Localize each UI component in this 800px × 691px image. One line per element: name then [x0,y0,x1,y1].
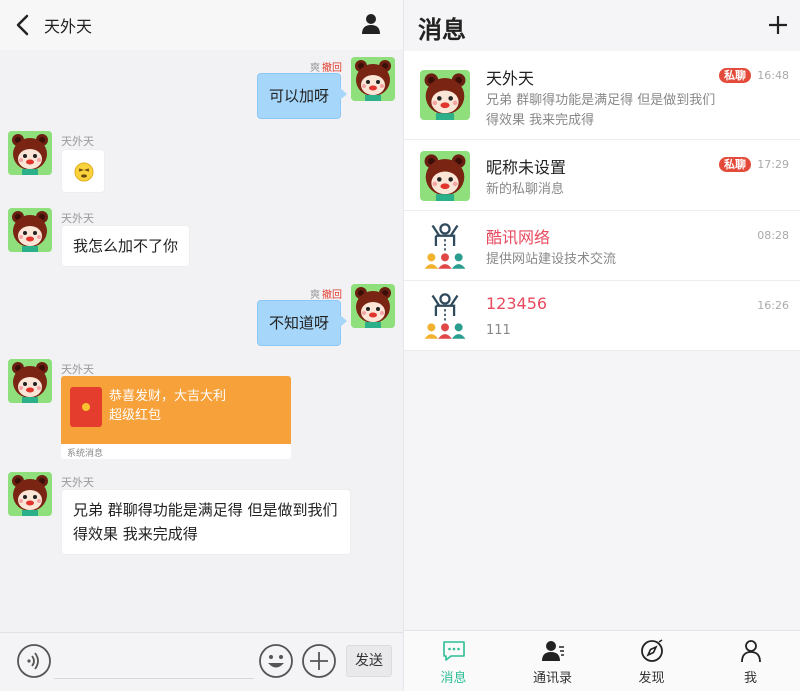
smiley-icon[interactable] [258,643,294,679]
red-packet-subtitle: 超级红包 [109,408,162,423]
page-title: 消息 [418,16,466,44]
avatar [420,70,470,120]
tab-contacts[interactable]: 通讯录 [503,631,602,691]
tab-discover[interactable]: 发现 [602,631,701,691]
conversation-row[interactable]: 天外天 私聊 16:48 兄弟 群聊得功能是满足得 但是做到我们 得效果 我来完… [404,51,800,140]
message-list-header: 消息 [404,0,800,50]
conversation-name: 天外天 [486,69,535,88]
group-avatar [420,221,470,271]
avatar[interactable] [8,208,52,252]
tab-label: 通讯录 [532,671,572,686]
tab-messages[interactable]: 消息 [404,631,503,691]
red-packet-card[interactable]: 恭喜发财，大吉大利 超级红包 系统消息 [61,376,291,459]
scrunched-face-emoji-icon [74,162,94,182]
person-icon[interactable] [360,13,382,35]
chat-bubble-icon [443,641,465,661]
avatar[interactable] [8,131,52,175]
plus-icon[interactable] [766,13,790,37]
conversation-preview: 111 [486,323,511,338]
contacts-icon [542,641,564,661]
red-packet-title: 恭喜发财，大吉大利 [109,389,227,404]
message-list-panel: 消息 天外天 私聊 16:48 兄弟 群聊得功能是满足得 但是做到我们 得效果 … [403,0,800,691]
person-icon [741,640,761,663]
message-meta: 爽撤回 [300,286,342,301]
message-text: 可以加呀 [269,87,330,105]
group-avatar [420,291,470,341]
chat-title: 天外天 [44,17,93,36]
sender-name: 天外天 [61,476,94,489]
preview-line: 得效果 我来完成得 [486,113,595,128]
message-bubble-incoming[interactable] [61,149,105,193]
avatar[interactable] [351,284,395,328]
send-button[interactable]: 发送 [346,645,392,677]
conversation-name: 昵称未设置 [486,158,567,177]
conversation-name: 123456 [486,294,548,313]
avatar [420,151,470,201]
conversation-row[interactable]: 昵称未设置 私聊 17:29 新的私聊消息 [404,140,800,211]
compass-icon [641,639,663,662]
conversation-time: 08:28 [757,229,789,242]
conversation-time: 16:48 [757,69,789,82]
red-packet-header: 恭喜发财，大吉大利 超级红包 [61,376,291,444]
conversation-row[interactable]: 酷讯网络 08:28 提供网站建设技术交流 [404,211,800,281]
sender-name: 天外天 [61,363,94,376]
conversation-preview: 提供网站建设技术交流 [486,252,617,267]
sender-name: 天外天 [61,212,94,225]
private-chat-badge: 私聊 [719,68,751,83]
conversation-row[interactable]: 123456 16:26 111 [404,281,800,351]
chat-panel: 天外天 爽撤回 可以加呀 天外天 天外天 我怎么加不了你 爽撤回 不知道呀 天外… [0,0,403,691]
red-envelope-icon [70,387,102,427]
message-bubble-outgoing[interactable]: 不知道呀 [257,300,348,346]
sender-name: 天外天 [61,135,94,148]
message-bubble-incoming[interactable]: 兄弟 群聊得功能是满足得 但是做到我们 得效果 我来完成得 [61,489,351,555]
conversation-time: 16:26 [757,299,789,312]
message-input[interactable] [54,643,254,679]
message-bubble-outgoing[interactable]: 可以加呀 [257,73,348,119]
bottom-tab-bar: 消息 通讯录 发现 我 [404,630,800,691]
message-meta: 爽撤回 [300,59,342,74]
avatar[interactable] [351,57,395,101]
private-chat-badge: 私聊 [719,157,751,172]
message-text-line: 得效果 我来完成得 [73,525,198,543]
conversation-time: 17:29 [757,158,789,171]
tab-label: 发现 [638,671,665,686]
chat-header: 天外天 [0,0,403,50]
conversation-preview: 兄弟 群聊得功能是满足得 但是做到我们 得效果 我来完成得 [486,91,715,131]
message-text-line: 兄弟 群聊得功能是满足得 但是做到我们 [73,501,338,519]
plus-icon[interactable] [301,643,337,679]
red-packet-footer: 系统消息 [67,449,104,459]
avatar[interactable] [8,472,52,516]
chat-input-bar: 发送 [0,632,403,691]
voice-icon[interactable] [16,643,52,679]
avatar[interactable] [8,359,52,403]
preview-line: 兄弟 群聊得功能是满足得 但是做到我们 [486,93,716,108]
back-arrow-icon[interactable] [12,12,34,38]
conversation-name: 酷讯网络 [486,228,551,247]
tab-me[interactable]: 我 [701,631,800,691]
tab-label: 我 [743,671,757,686]
tab-label: 消息 [440,671,467,686]
message-text: 我怎么加不了你 [73,237,179,255]
message-text: 不知道呀 [269,314,330,332]
conversation-preview: 新的私聊消息 [486,182,565,197]
message-bubble-incoming[interactable]: 我怎么加不了你 [61,225,191,267]
